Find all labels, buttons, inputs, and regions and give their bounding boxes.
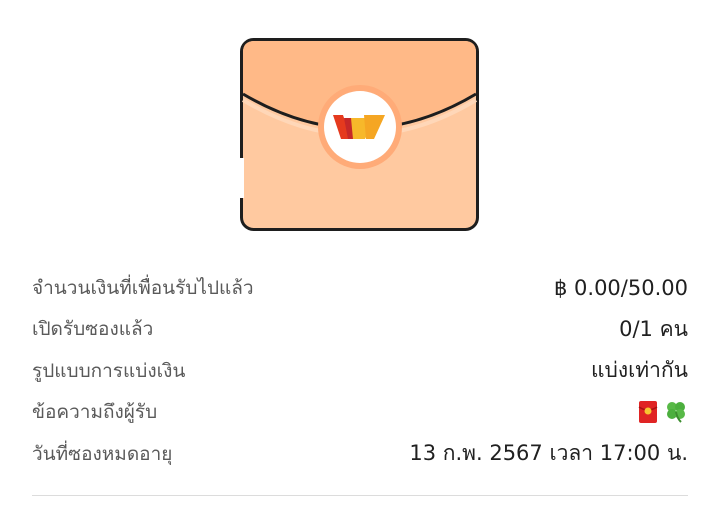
red-envelope-icon (638, 401, 658, 424)
message-value (638, 400, 688, 424)
detail-row-message: ข้อความถึงผู้รับ (32, 392, 688, 434)
envelope-edge-notch (240, 158, 244, 198)
amount-received-label: จำนวนเงินที่เพื่อนรับไปแล้ว (32, 276, 254, 299)
expiry-label: วันที่ซองหมดอายุ (32, 442, 173, 465)
opened-count-label: เปิดรับซองแล้ว (32, 318, 154, 341)
envelope-graphic (240, 38, 479, 231)
detail-row-expiry: วันที่ซองหมดอายุ 13 ก.พ. 2567 เวลา 17:00… (32, 433, 688, 475)
detail-row-opened-count: เปิดรับซองแล้ว 0/1 คน (32, 309, 688, 351)
four-leaf-clover-icon (667, 402, 685, 423)
split-type-label: รูปแบบการแบ่งเงิน (32, 359, 186, 382)
amount-received-value: ฿ 0.00/50.00 (554, 275, 688, 300)
message-label: ข้อความถึงผู้รับ (32, 401, 158, 424)
divider (32, 495, 688, 496)
red-envelope-illustration (240, 38, 480, 232)
expiry-value: 13 ก.พ. 2567 เวลา 17:00 น. (409, 441, 688, 466)
detail-row-amount-received: จำนวนเงินที่เพื่อนรับไปแล้ว ฿ 0.00/50.00 (32, 267, 688, 309)
split-type-value: แบ่งเท่ากัน (590, 358, 688, 383)
opened-count-value: 0/1 คน (619, 316, 688, 341)
detail-row-split-type: รูปแบบการแบ่งเงิน แบ่งเท่ากัน (32, 350, 688, 392)
envelope-details: จำนวนเงินที่เพื่อนรับไปแล้ว ฿ 0.00/50.00… (32, 267, 688, 475)
